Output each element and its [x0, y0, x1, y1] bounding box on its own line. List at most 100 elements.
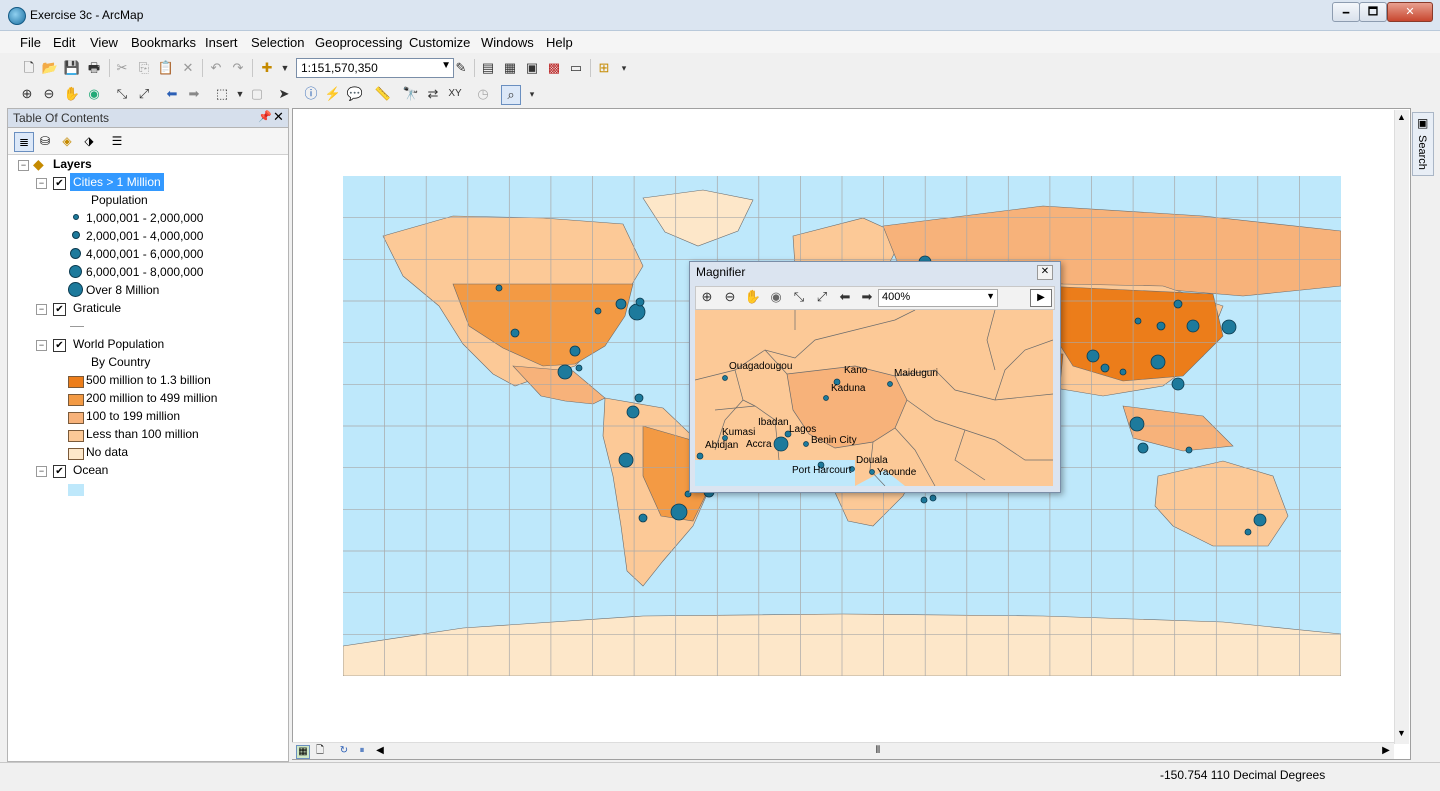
list-by-visibility-icon[interactable]: ◈ [58, 132, 76, 150]
modelbuilder-icon[interactable]: ⊞ [595, 59, 613, 77]
close-icon[interactable]: ✕ [273, 109, 284, 125]
html-popup-icon[interactable]: 💬 [346, 85, 364, 103]
layer-graticule[interactable]: Graticule [73, 299, 121, 317]
pause-drawing-icon[interactable]: ⏸ [356, 745, 368, 757]
magnifier-close-icon[interactable]: ✕ [1037, 265, 1053, 280]
print-icon[interactable]: 🖶 [85, 59, 103, 77]
scroll-down-icon[interactable]: ▼ [1397, 728, 1406, 738]
fixed-zoom-out-icon[interactable]: ⤢ [135, 85, 153, 103]
menu-edit[interactable]: Edit [53, 35, 75, 50]
cut-icon[interactable]: ✂ [113, 59, 131, 77]
undo-icon[interactable]: ↶ [207, 59, 225, 77]
pin-icon[interactable]: 📌 [258, 110, 272, 123]
scroll-up-icon[interactable]: ▲ [1397, 112, 1406, 122]
layer-cities[interactable]: Cities > 1 Million [70, 173, 164, 191]
collapse-world-population-icon[interactable]: − [36, 340, 47, 351]
magnifier-zoom-in-icon[interactable]: ⊕ [698, 288, 716, 306]
menu-bookmarks[interactable]: Bookmarks [131, 35, 196, 50]
arcmap-app-icon[interactable] [8, 7, 26, 25]
collapse-ocean-icon[interactable]: − [36, 466, 47, 477]
map-scale-combobox[interactable]: 1:151,570,350 ▼ [296, 58, 454, 78]
toolbar-options-icon[interactable]: ▾ [523, 85, 541, 103]
search-window-icon[interactable]: ▣ [523, 59, 541, 77]
save-icon[interactable]: 💾 [63, 59, 81, 77]
collapse-layers-icon[interactable]: − [18, 160, 29, 171]
magnifier-pan-icon[interactable]: ✋ [744, 288, 762, 306]
magnifier-window[interactable]: Magnifier ✕ ⊕ ⊖ ✋ ◉ ⤡ ⤢ ⬅ ➡ 400% ▼ ▶ Oua… [689, 261, 1061, 493]
add-data-dropdown-icon[interactable]: ▼ [276, 59, 294, 77]
copy-icon[interactable]: ⎘ [135, 59, 153, 77]
layer-world-population[interactable]: World Population [73, 335, 164, 353]
magnifier-fixed-zoom-in-icon[interactable]: ⤡ [790, 288, 808, 306]
layout-view-icon[interactable]: 🗋 [314, 745, 326, 757]
graticule-visibility-checkbox[interactable]: ✔ [53, 303, 66, 316]
measure-icon[interactable]: 📏 [374, 85, 392, 103]
layer-ocean[interactable]: Ocean [73, 461, 108, 479]
menu-file[interactable]: File [20, 35, 41, 50]
fixed-zoom-in-icon[interactable]: ⤡ [113, 85, 131, 103]
magnifier-window-icon[interactable]: ⌕ [501, 85, 521, 105]
redo-icon[interactable]: ↷ [229, 59, 247, 77]
list-by-selection-icon[interactable]: ⬗ [80, 132, 98, 150]
magnifier-zoom-out-icon[interactable]: ⊖ [721, 288, 739, 306]
maximize-button[interactable]: 🗖 [1359, 2, 1387, 22]
select-features-icon[interactable]: ⬚ [213, 85, 231, 103]
horizontal-scroll-thumb-icon[interactable]: ⦀ [872, 745, 884, 757]
scroll-right-icon[interactable]: ▶ [1380, 745, 1392, 757]
forward-extent-icon[interactable]: ➡ [185, 85, 203, 103]
cities-visibility-checkbox[interactable]: ✔ [53, 177, 66, 190]
chevron-down-icon[interactable]: ▼ [441, 60, 451, 71]
magnifier-zoom-combobox[interactable]: 400% ▼ [878, 289, 998, 307]
table-of-contents-icon[interactable]: ▤ [479, 59, 497, 77]
map-vertical-scrollbar[interactable]: ▲ ▼ [1394, 110, 1409, 744]
select-dropdown-icon[interactable]: ▼ [231, 85, 249, 103]
refresh-icon[interactable]: ↻ [338, 745, 350, 757]
magnifier-fixed-zoom-out-icon[interactable]: ⤢ [813, 288, 831, 306]
chevron-down-icon[interactable]: ▼ [986, 291, 995, 301]
add-data-icon[interactable]: ✚ [258, 59, 276, 77]
menu-selection[interactable]: Selection [251, 35, 304, 50]
time-slider-icon[interactable]: ◷ [474, 85, 492, 103]
python-window-icon[interactable]: ▭ [567, 59, 585, 77]
arctoolbox-icon[interactable]: ▩ [545, 59, 563, 77]
full-extent-globe-icon[interactable]: ◉ [85, 85, 103, 103]
delete-icon[interactable]: ✕ [179, 59, 197, 77]
minimize-button[interactable]: 🗕 [1332, 2, 1360, 22]
data-frame-label[interactable]: Layers [53, 155, 92, 173]
find-binoculars-icon[interactable]: 🔭 [402, 85, 420, 103]
search-side-tab[interactable]: ▣ Search [1412, 112, 1434, 176]
clear-selection-icon[interactable]: ▢ [248, 85, 266, 103]
list-by-source-icon[interactable]: ⛁ [36, 132, 54, 150]
close-window-button[interactable]: ✕ [1387, 2, 1433, 22]
find-route-icon[interactable]: ⇄ [424, 85, 442, 103]
toolbar-options-icon[interactable]: ▾ [615, 59, 633, 77]
go-to-xy-icon[interactable]: XY [446, 85, 464, 103]
menu-insert[interactable]: Insert [205, 35, 238, 50]
paste-icon[interactable]: 📋 [157, 59, 175, 77]
magnifier-forward-icon[interactable]: ➡ [858, 288, 876, 306]
identify-icon[interactable]: ⓘ [302, 85, 320, 103]
select-elements-arrow-icon[interactable]: ➤ [275, 85, 293, 103]
magnifier-options-arrow-icon[interactable]: ▶ [1030, 289, 1052, 307]
menu-help[interactable]: Help [546, 35, 573, 50]
menu-customize[interactable]: Customize [409, 35, 470, 50]
new-document-icon[interactable]: 🗋 [20, 59, 38, 77]
world-population-visibility-checkbox[interactable]: ✔ [53, 339, 66, 352]
catalog-icon[interactable]: ▦ [501, 59, 519, 77]
magnifier-back-icon[interactable]: ⬅ [836, 288, 854, 306]
list-by-drawing-order-icon[interactable]: ≣ [14, 132, 34, 152]
menu-windows[interactable]: Windows [481, 35, 534, 50]
zoom-in-icon[interactable]: ⊕ [18, 85, 36, 103]
magnifier-full-extent-icon[interactable]: ◉ [767, 288, 785, 306]
scroll-left-icon[interactable]: ◀ [374, 745, 386, 757]
open-folder-icon[interactable]: 📂 [41, 59, 59, 77]
data-view-icon[interactable]: ▦ [296, 745, 310, 759]
menu-geoprocessing[interactable]: Geoprocessing [315, 35, 402, 50]
menu-view[interactable]: View [90, 35, 118, 50]
ocean-visibility-checkbox[interactable]: ✔ [53, 465, 66, 478]
toc-options-icon[interactable]: ☰ [108, 132, 126, 150]
hyperlink-icon[interactable]: ⚡ [324, 85, 342, 103]
collapse-graticule-icon[interactable]: − [36, 304, 47, 315]
zoom-out-icon[interactable]: ⊖ [40, 85, 58, 103]
pan-hand-icon[interactable]: ✋ [63, 85, 81, 103]
